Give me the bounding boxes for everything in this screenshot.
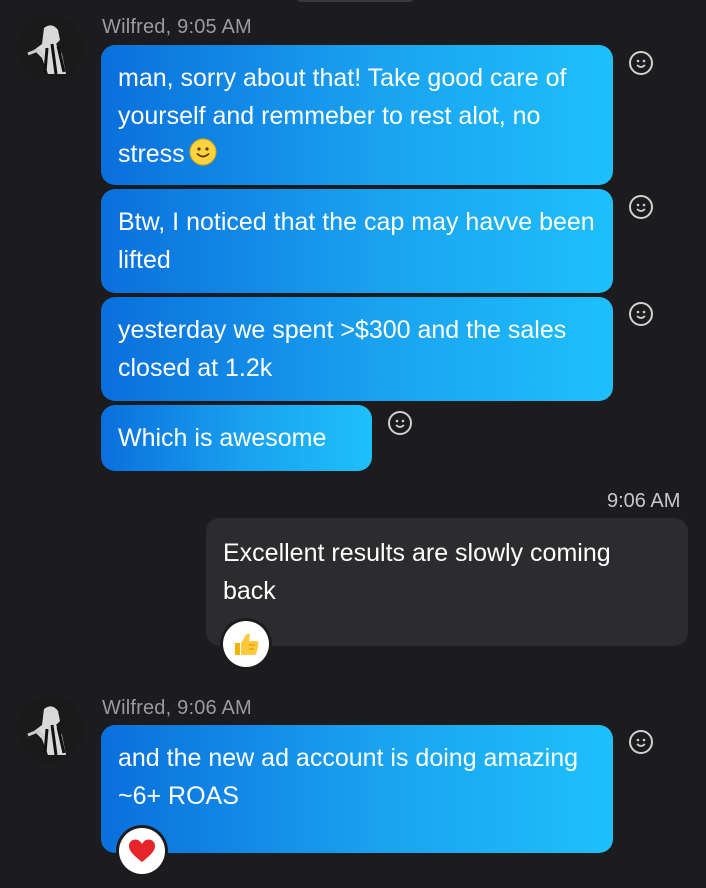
slightly-smiling-face-icon bbox=[189, 138, 217, 166]
add-reaction-icon[interactable] bbox=[629, 51, 653, 75]
avatar-photo-icon bbox=[16, 14, 84, 82]
scroll-indicator bbox=[296, 0, 414, 2]
add-reaction-icon[interactable] bbox=[629, 302, 653, 326]
message-bubble[interactable]: man, sorry about that! Take good care of… bbox=[101, 45, 613, 185]
add-reaction-icon[interactable] bbox=[388, 411, 412, 435]
message-bubble[interactable]: Btw, I noticed that the cap may havve be… bbox=[101, 189, 613, 293]
thumbs-up-icon bbox=[235, 633, 259, 655]
message-bubble[interactable]: Which is awesome bbox=[101, 405, 372, 471]
message-text: Excellent results are slowly coming back bbox=[223, 539, 611, 605]
message-timestamp: 9:06 AM bbox=[607, 490, 681, 512]
reaction-badge[interactable] bbox=[119, 828, 165, 874]
sender-label: Wilfred, 9:06 AM bbox=[102, 697, 252, 719]
message-text: and the new ad account is doing amazing … bbox=[118, 744, 579, 810]
avatar[interactable] bbox=[16, 695, 84, 763]
add-reaction-icon[interactable] bbox=[629, 730, 653, 754]
add-reaction-icon[interactable] bbox=[629, 195, 653, 219]
message-bubble[interactable]: yesterday we spent >$300 and the sales c… bbox=[101, 297, 613, 401]
avatar-photo-icon bbox=[16, 695, 84, 763]
message-text: man, sorry about that! Take good care of… bbox=[118, 64, 567, 168]
message-bubble[interactable]: Excellent results are slowly coming back bbox=[206, 518, 688, 646]
sender-label: Wilfred, 9:05 AM bbox=[102, 16, 252, 38]
reaction-badge[interactable] bbox=[223, 621, 269, 667]
message-text: Which is awesome bbox=[118, 424, 327, 452]
avatar[interactable] bbox=[16, 14, 84, 82]
message-text: yesterday we spent >$300 and the sales c… bbox=[118, 316, 567, 382]
heart-icon bbox=[129, 839, 155, 862]
message-bubble[interactable]: and the new ad account is doing amazing … bbox=[101, 725, 613, 853]
message-text: Btw, I noticed that the cap may havve be… bbox=[118, 208, 595, 274]
